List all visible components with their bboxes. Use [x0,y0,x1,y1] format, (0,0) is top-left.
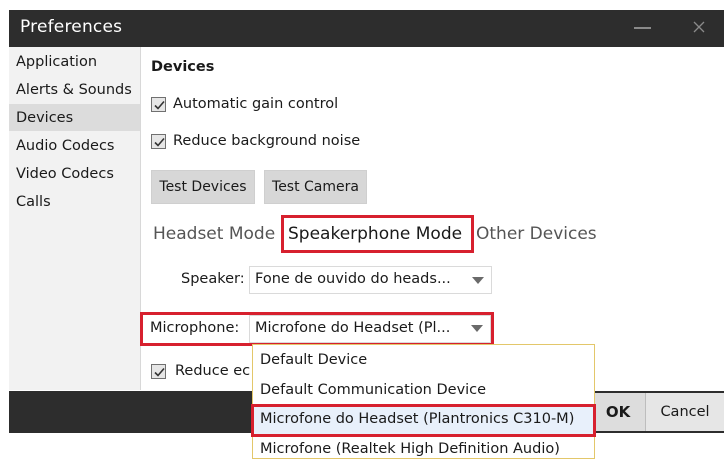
sidebar-item-application[interactable]: Application [16,54,97,70]
ok-button[interactable]: OK [591,393,645,431]
sidebar-item-devices[interactable]: Devices [16,110,73,126]
cancel-button[interactable]: Cancel [645,393,724,431]
sidebar [9,47,141,390]
checkmark-icon [154,137,165,147]
close-icon[interactable] [688,16,710,38]
reduce-echo-checkbox[interactable] [151,364,166,379]
microphone-label: Microphone: [150,320,240,336]
test-devices-button[interactable]: Test Devices [151,170,255,204]
dropdown-option-default-device[interactable]: Default Device [260,352,367,368]
tab-speakerphone-mode[interactable]: Speakerphone Mode [288,224,462,244]
test-camera-button[interactable]: Test Camera [264,170,367,204]
checkmark-icon [154,100,165,110]
noise-checkbox[interactable] [151,134,166,149]
reduce-echo-label: Reduce ec [175,363,251,379]
sidebar-item-calls[interactable]: Calls [16,194,51,210]
checkmark-icon [154,367,165,377]
speaker-label: Speaker: [181,271,245,287]
sidebar-item-alerts-sounds[interactable]: Alerts & Sounds [16,82,132,98]
dropdown-option-realtek-microphone[interactable]: Microfone (Realtek High Definition Audio… [260,441,560,457]
sidebar-item-audio-codecs[interactable]: Audio Codecs [16,138,114,154]
dropdown-caret-icon [472,277,484,284]
minimize-icon[interactable] [634,27,651,29]
section-heading: Devices [151,59,215,75]
tab-other-devices[interactable]: Other Devices [476,224,597,244]
noise-label: Reduce background noise [173,133,361,149]
dropdown-option-headset-microphone[interactable]: Microfone do Headset (Plantronics C310-M… [260,411,574,427]
speaker-value: Fone de ouvido do heads... [255,271,451,287]
sidebar-item-video-codecs[interactable]: Video Codecs [16,166,114,182]
dropdown-caret-icon [471,325,483,332]
agc-label: Automatic gain control [173,96,339,112]
window-title: Preferences [20,17,123,37]
dropdown-option-default-communication-device[interactable]: Default Communication Device [260,382,486,398]
agc-checkbox[interactable] [151,97,166,112]
microphone-value: Microfone do Headset (Pl... [255,320,451,336]
tab-headset-mode[interactable]: Headset Mode [153,224,275,244]
